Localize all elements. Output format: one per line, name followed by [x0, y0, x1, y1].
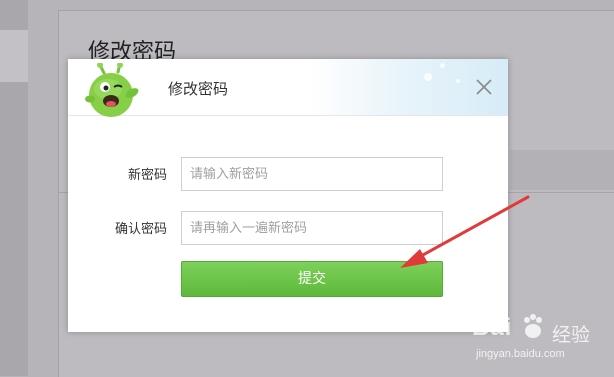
watermark-brand: Bai [472, 314, 513, 341]
confirm-password-label: 确认密码 [114, 222, 167, 237]
annotation-arrow-icon [400, 195, 530, 268]
green-mascot-icon [84, 62, 146, 119]
header-decoration-dot [424, 73, 432, 81]
watermark-brand-cn: 经验 [552, 324, 591, 346]
new-password-label: 新密码 [127, 168, 167, 183]
dialog-header: 修改密码 [68, 59, 508, 119]
dialog-title: 修改密码 [168, 80, 229, 98]
close-icon [476, 79, 492, 95]
paw-icon [524, 314, 542, 338]
header-decoration-dot [440, 63, 445, 68]
close-button[interactable] [472, 75, 496, 99]
header-decoration-dot [456, 79, 460, 83]
watermark-url: jingyan.baidu.com [476, 348, 565, 360]
background-sidebar-active-item [0, 30, 28, 82]
baidu-jingyan-watermark: Bai 经验 jingyan.baidu.com [466, 306, 610, 370]
background-block [510, 150, 614, 190]
